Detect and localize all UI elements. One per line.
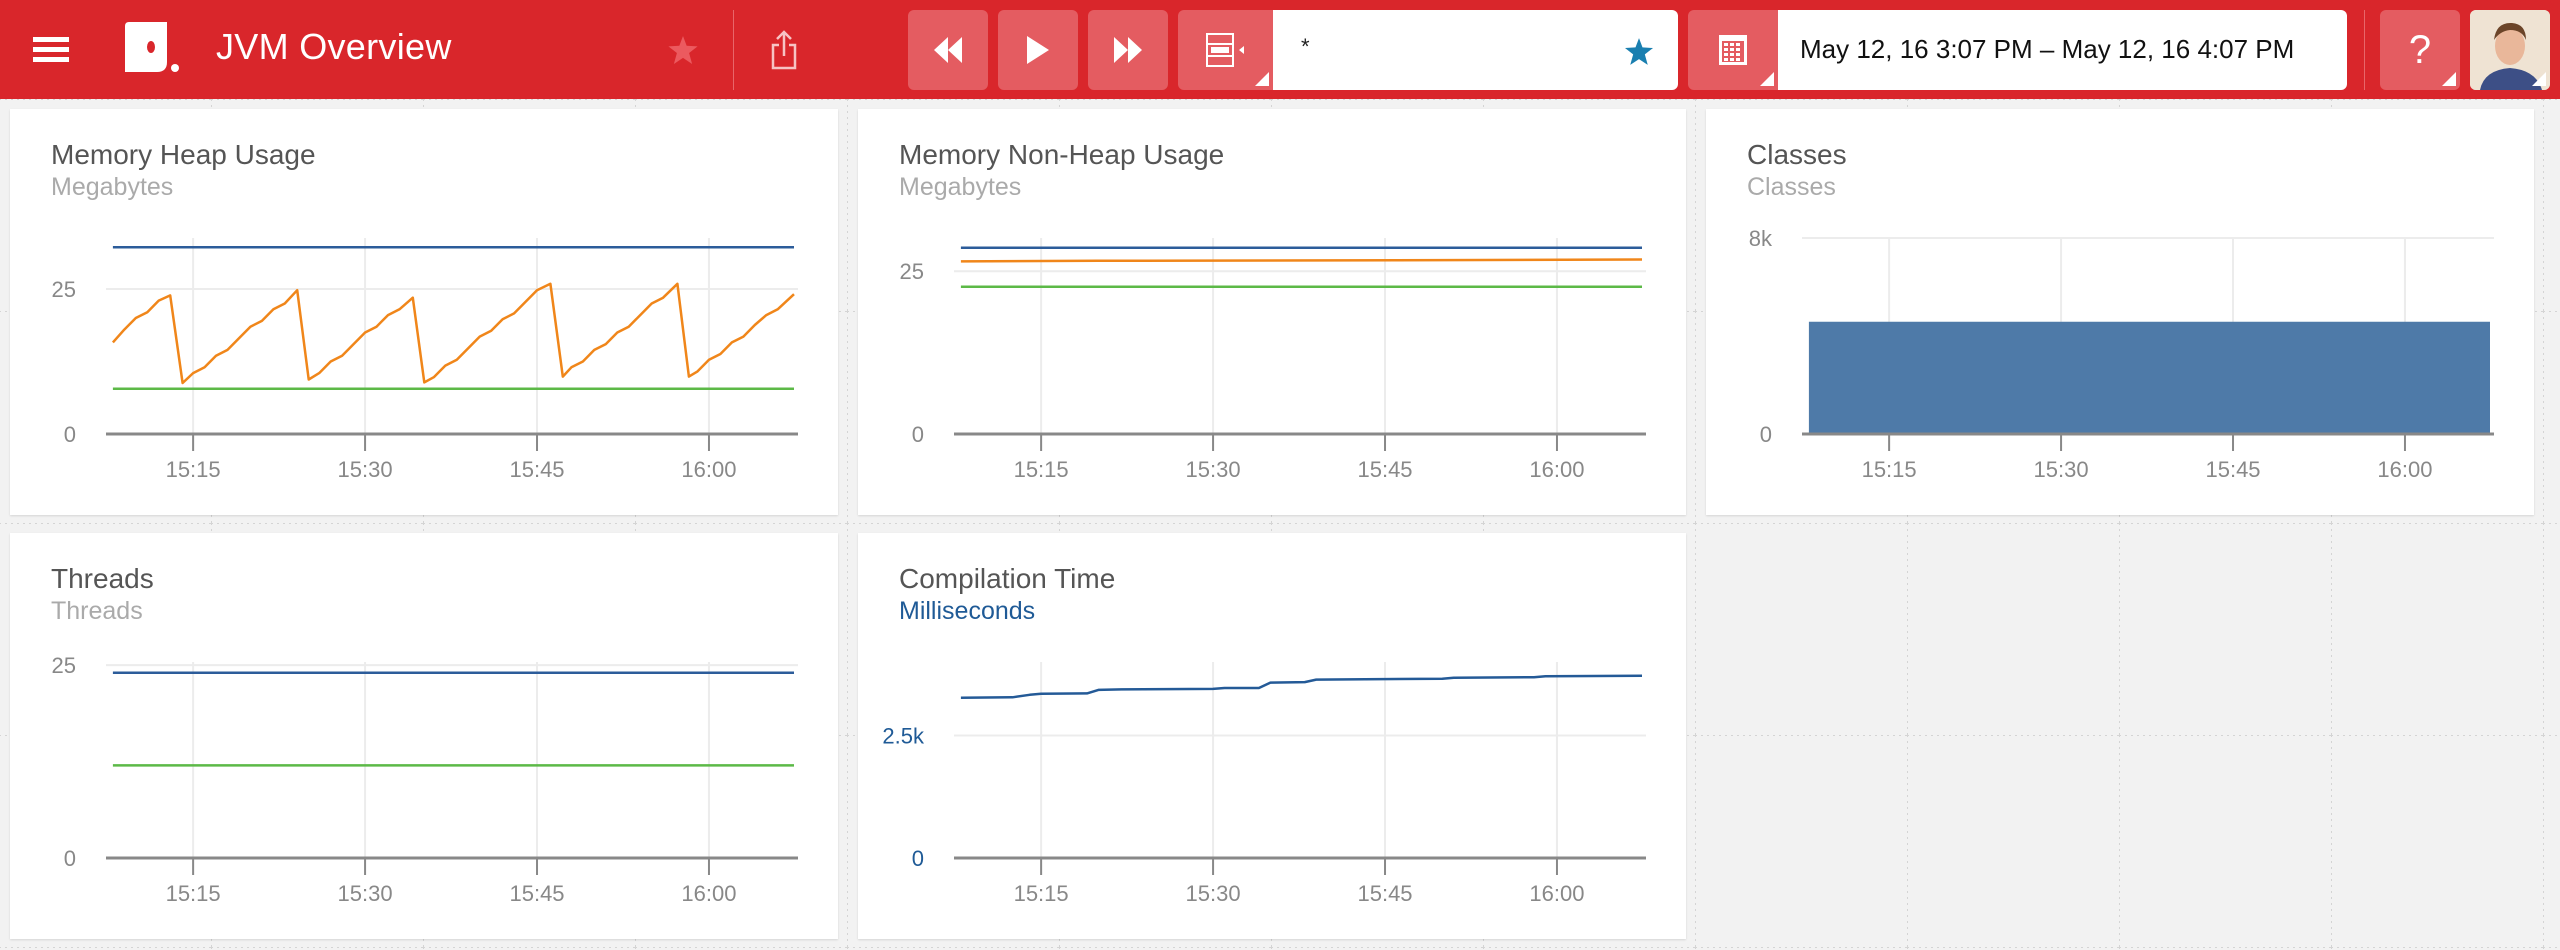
fast-forward-button[interactable] — [1088, 10, 1168, 90]
x-tick-label: 15:15 — [1862, 457, 1917, 482]
x-tick-label: 15:15 — [1014, 881, 1069, 906]
x-tick-label: 15:30 — [1186, 457, 1241, 482]
x-tick-label: 15:15 — [1014, 457, 1069, 482]
panel-memory-non-heap-usage: Memory Non-Heap Usage Megabytes 15:15 15:… — [858, 109, 1686, 515]
classes-chart: 15:15 15:30 15:45 16:00 0 8k — [1749, 226, 2494, 482]
line-series-1 — [111, 282, 795, 385]
x-tick-label: 16:00 — [681, 457, 736, 482]
fast-forward-icon — [1114, 37, 1142, 63]
calendar-icon — [1719, 35, 1747, 65]
line-series-0 — [960, 674, 1643, 700]
memory-heap-chart: 15:15 15:30 15:45 16:00 0 25 — [52, 238, 798, 482]
header-divider — [733, 10, 734, 90]
rewind-button[interactable] — [908, 10, 988, 90]
share-icon[interactable] — [770, 30, 798, 75]
date-range-input[interactable]: May 12, 16 3:07 PM – May 12, 16 4:07 PM — [1778, 10, 2347, 90]
top-toolbar: JVM Overview * May 12, 16 3:07 PM – May … — [0, 0, 2560, 99]
rewind-icon — [934, 37, 962, 63]
x-tick-label: 15:45 — [2205, 457, 2260, 482]
threads-chart: 15:15 15:30 15:45 16:00 0 25 — [52, 653, 798, 906]
layout-icon — [1205, 33, 1244, 67]
app-logo[interactable] — [125, 22, 179, 74]
play-button[interactable] — [998, 10, 1078, 90]
x-tick-label: 15:30 — [2034, 457, 2089, 482]
y-tick-label: 2.5k — [882, 724, 925, 749]
question-icon: ? — [2408, 27, 2432, 72]
y-tick-label: 25 — [900, 259, 924, 284]
x-tick-label: 15:45 — [1357, 881, 1412, 906]
x-tick-label: 15:30 — [338, 881, 393, 906]
search-query: * — [1301, 34, 1310, 59]
memory-non-heap-chart: 15:15 15:30 15:45 16:00 0 25 — [900, 238, 1646, 482]
hamburger-icon[interactable] — [33, 37, 69, 63]
x-tick-label: 16:00 — [2377, 457, 2432, 482]
y-tick-label: 8k — [1749, 226, 1773, 251]
x-tick-label: 16:00 — [1529, 457, 1584, 482]
dropdown-corner-icon — [2442, 72, 2456, 86]
y-tick-label: 25 — [52, 653, 76, 678]
y-tick-label: 0 — [912, 422, 924, 447]
x-tick-label: 16:00 — [1529, 881, 1584, 906]
star-icon[interactable] — [1625, 38, 1653, 65]
x-tick-label: 15:45 — [1357, 457, 1412, 482]
dropdown-corner-icon — [1255, 72, 1269, 86]
x-tick-label: 16:00 — [681, 881, 736, 906]
panel-compilation-time: Compilation Time Milliseconds 15:15 15:30… — [858, 533, 1686, 939]
dropdown-corner-icon — [2532, 72, 2546, 86]
x-tick-label: 15:45 — [509, 457, 564, 482]
x-tick-label: 15:30 — [338, 457, 393, 482]
x-tick-label: 15:15 — [166, 457, 221, 482]
header-divider — [2364, 10, 2365, 90]
y-tick-label: 0 — [64, 422, 76, 447]
date-range-value: May 12, 16 3:07 PM – May 12, 16 4:07 PM — [1800, 34, 2295, 64]
panel-threads: Threads Threads 15:15 15:30 15:45 16:00 0 25 — [10, 533, 838, 939]
y-tick-label: 0 — [1760, 422, 1772, 447]
dropdown-corner-icon — [1760, 72, 1774, 86]
layout-button[interactable] — [1178, 10, 1273, 90]
play-icon — [1027, 36, 1049, 64]
x-tick-label: 15:45 — [509, 881, 564, 906]
calendar-button[interactable] — [1688, 10, 1778, 90]
search-input[interactable]: * — [1273, 10, 1678, 90]
panel-memory-heap-usage: Memory Heap Usage Megabytes 15:15 15:30 15… — [10, 109, 838, 515]
user-avatar[interactable] — [2470, 10, 2550, 90]
help-button[interactable]: ? — [2380, 10, 2460, 90]
x-tick-label: 15:15 — [166, 881, 221, 906]
compilation-time-chart: 15:15 15:30 15:45 16:00 0 2.5k — [882, 662, 1646, 906]
x-tick-label: 15:30 — [1186, 881, 1241, 906]
dashboard-title: JVM Overview — [216, 26, 452, 67]
y-tick-label: 0 — [64, 846, 76, 871]
area-series-0 — [1808, 321, 2490, 434]
y-tick-label: 0 — [912, 846, 924, 871]
panel-classes: Classes Classes 15:15 15:30 15:45 16:00 0 8k — [1706, 109, 2534, 515]
line-series-1 — [960, 258, 1643, 263]
star-icon[interactable] — [668, 36, 698, 69]
y-tick-label: 25 — [52, 277, 76, 302]
